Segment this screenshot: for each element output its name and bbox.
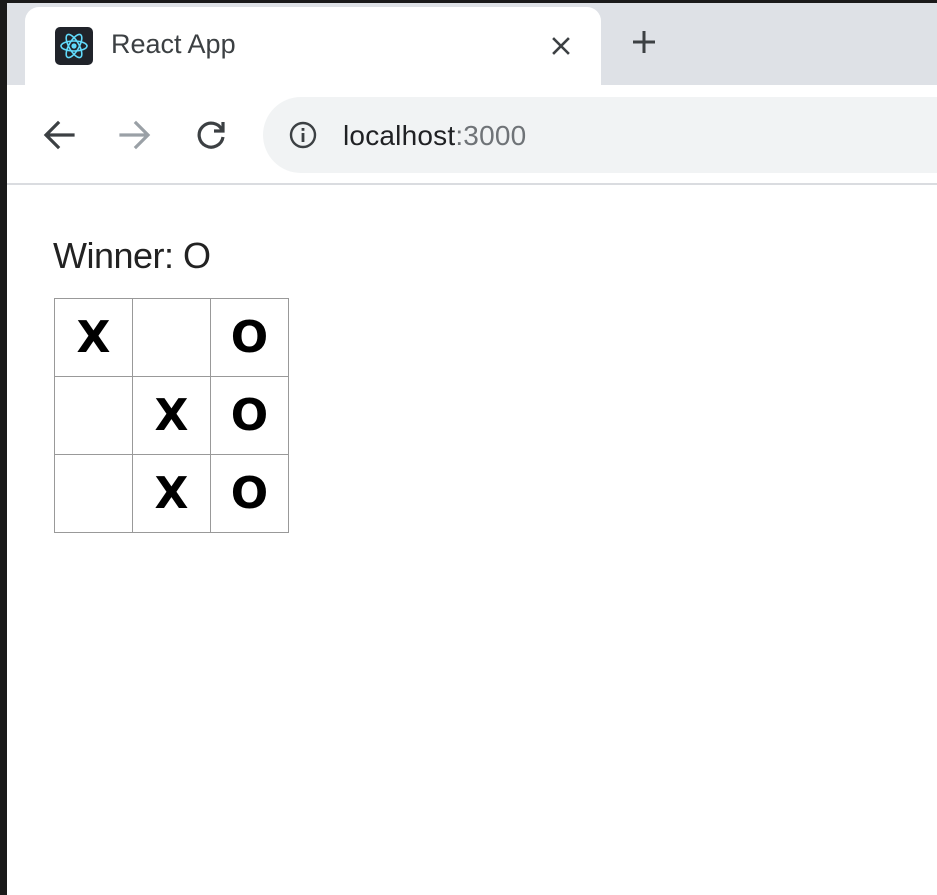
game-status: Winner: O: [53, 235, 211, 276]
url-host: localhost: [343, 120, 456, 151]
square-0-0[interactable]: X: [54, 298, 133, 377]
page-content: Winner: O X O X O X O: [7, 185, 937, 895]
arrow-left-icon[interactable]: [39, 115, 79, 155]
square-1-0[interactable]: [54, 376, 133, 455]
square-1-1[interactable]: X: [132, 376, 211, 455]
square-0-2[interactable]: O: [210, 298, 289, 377]
close-icon[interactable]: [544, 29, 578, 63]
url-text[interactable]: localhost:3000: [343, 120, 526, 152]
react-logo-icon: [55, 27, 93, 65]
reload-icon[interactable]: [191, 115, 231, 155]
url-port: :3000: [455, 120, 527, 151]
address-bar[interactable]: localhost:3000: [263, 97, 937, 173]
square-2-2[interactable]: O: [210, 454, 289, 533]
plus-icon[interactable]: [627, 25, 661, 59]
square-2-1[interactable]: X: [132, 454, 211, 533]
square-2-0[interactable]: [54, 454, 133, 533]
browser-toolbar: localhost:3000: [7, 85, 937, 185]
square-1-2[interactable]: O: [210, 376, 289, 455]
tab-strip: React App: [7, 3, 937, 85]
square-0-1[interactable]: [132, 298, 211, 377]
game-board: X O X O X O: [54, 298, 289, 533]
arrow-right-icon[interactable]: [115, 115, 155, 155]
tab-title: React App: [111, 29, 236, 59]
browser-window: React App localhost:3000 Winner: O X O X…: [0, 0, 937, 895]
info-icon[interactable]: [287, 119, 319, 151]
tab-react-app[interactable]: React App: [25, 7, 601, 85]
